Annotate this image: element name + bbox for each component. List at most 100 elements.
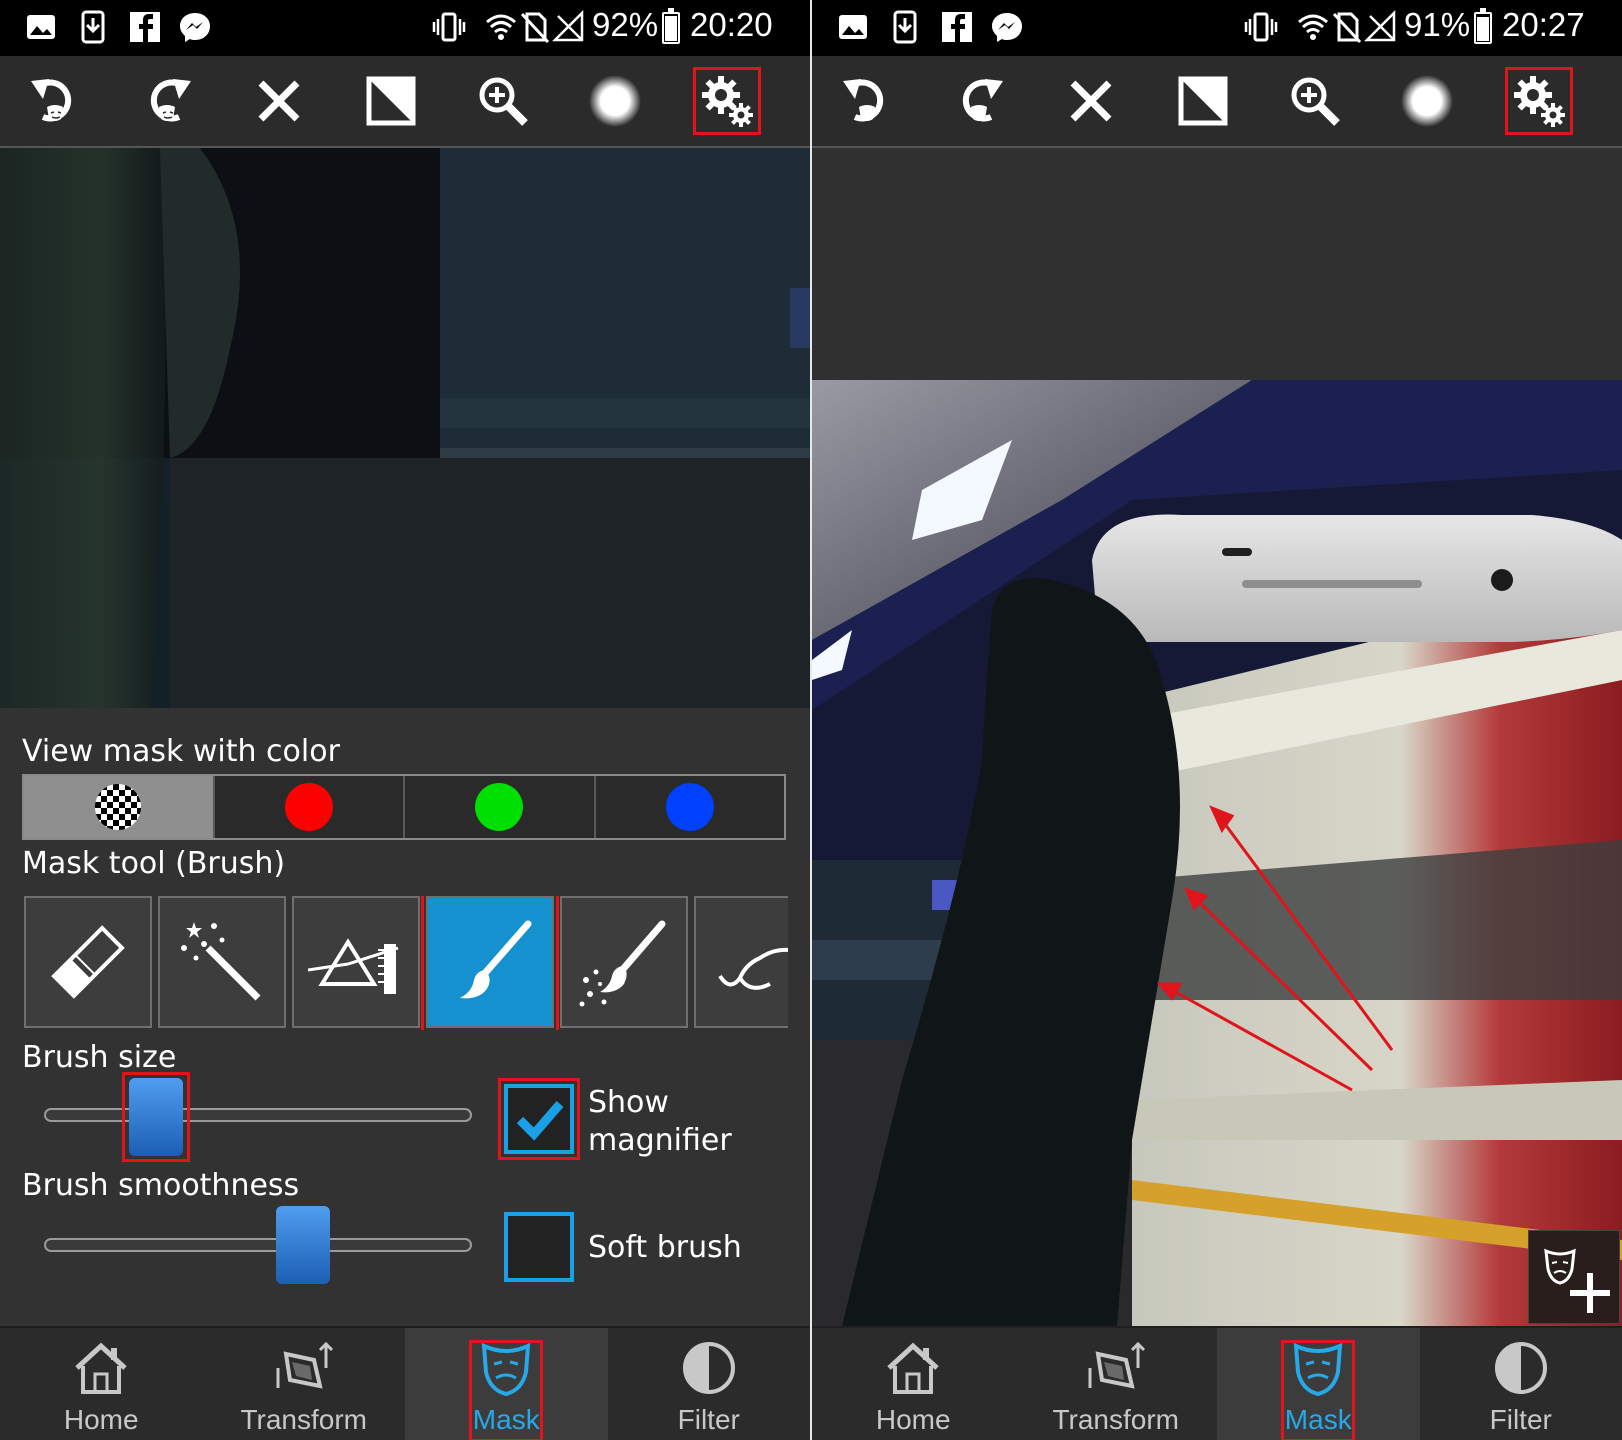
brush-icon: [460, 920, 532, 999]
settings-button[interactable]: [693, 67, 761, 135]
checkmark-icon: [516, 1101, 564, 1141]
home-icon: [887, 1342, 939, 1394]
tool-brush[interactable]: [421, 896, 559, 1030]
nav-transform[interactable]: Transform: [203, 1328, 406, 1440]
zoom-button[interactable]: [1284, 70, 1346, 132]
filter-icon: [1494, 1342, 1547, 1394]
brush-size-slider[interactable]: [44, 1108, 472, 1122]
nav-filter-label: Filter: [677, 1404, 740, 1435]
undo-icon: [843, 79, 884, 122]
show-magnifier-checkbox[interactable]: [498, 1078, 580, 1160]
editor-toolbar: [812, 56, 1622, 148]
no-sim-icon: [520, 12, 550, 44]
brush-preview-icon: [589, 75, 641, 127]
nav-home[interactable]: Home: [0, 1328, 203, 1440]
add-mask-icon: [1544, 1248, 1610, 1313]
gallery-icon: [839, 15, 867, 39]
edited-photo: [812, 380, 1622, 1326]
nav-filter[interactable]: Filter: [1420, 1328, 1622, 1440]
soft-brush-checkbox[interactable]: [504, 1212, 574, 1282]
nav-home-label: Home: [63, 1404, 139, 1435]
battery-icon: [1474, 8, 1492, 44]
facebook-icon: [130, 12, 160, 42]
tool-eraser[interactable]: [24, 896, 152, 1028]
brush-smoothness-thumb[interactable]: [276, 1206, 330, 1284]
no-sim-icon: [1332, 12, 1362, 44]
redo-button[interactable]: [136, 70, 198, 132]
no-signal-icon: [552, 10, 584, 42]
invert-mask-button[interactable]: [360, 70, 422, 132]
battery-percent: 92%: [592, 6, 659, 43]
bottom-navigation: Home Transform Mask Filter: [812, 1326, 1622, 1440]
editor-toolbar: [0, 56, 810, 148]
download-icon: [81, 10, 105, 44]
nav-home[interactable]: Home: [812, 1328, 1015, 1440]
clear-button[interactable]: [248, 70, 310, 132]
clear-button[interactable]: [1060, 70, 1122, 132]
mask-color-checker[interactable]: [24, 776, 215, 838]
bottom-navigation: Home Transform Mask Filter: [0, 1326, 810, 1440]
nav-transform-label: Transform: [1052, 1404, 1180, 1435]
zoom-in-icon: [1291, 77, 1340, 126]
left-screenshot: 92% 20:20 View mask with color Mask tool…: [0, 0, 810, 1440]
image-preview: [0, 148, 810, 708]
undo-button[interactable]: [836, 70, 898, 132]
brush-smoothness-label: Brush smoothness: [22, 1168, 300, 1203]
view-mask-label: View mask with color: [22, 734, 340, 769]
tool-prism[interactable]: [292, 896, 420, 1028]
vibrate-icon: [432, 12, 466, 42]
nav-mask-highlight: [1281, 1340, 1356, 1440]
masked-image-canvas[interactable]: [0, 148, 810, 708]
mask-color-blue[interactable]: [595, 776, 784, 838]
brush-smoothness-slider[interactable]: [44, 1238, 472, 1252]
brush-size-thumb[interactable]: [129, 1078, 183, 1156]
checkerboard-icon: [95, 784, 142, 830]
transform-icon: [276, 1341, 333, 1389]
zoom-in-icon: [479, 77, 528, 126]
vibrate-icon: [1244, 12, 1278, 42]
show-magnifier-label: Show magnifier: [588, 1085, 732, 1158]
redo-icon: [962, 79, 1003, 122]
mask-color-green[interactable]: [405, 776, 596, 838]
lasso-icon: [718, 947, 788, 990]
add-mask-button[interactable]: [1528, 1230, 1620, 1324]
invert-mask-button[interactable]: [1172, 70, 1234, 132]
invert-mask-icon: [366, 76, 416, 126]
brush-preview-button[interactable]: [584, 70, 646, 132]
brush-preview-icon: [1401, 75, 1453, 127]
tool-sparkle-brush[interactable]: [560, 896, 688, 1028]
zoom-button[interactable]: [472, 70, 534, 132]
magic-wand-icon: [181, 922, 261, 1001]
nav-mask[interactable]: Mask: [1217, 1328, 1420, 1440]
nav-filter[interactable]: Filter: [608, 1328, 811, 1440]
settings-icon: [702, 76, 753, 127]
sparkle-brush-icon: [579, 920, 666, 1007]
mask-tool-list: [24, 896, 788, 1030]
undo-button[interactable]: [24, 70, 86, 132]
undo-icon: [31, 79, 72, 122]
invert-mask-icon: [1178, 76, 1228, 126]
messenger-icon: [992, 13, 1022, 42]
red-dot-icon: [284, 783, 333, 831]
clock: 20:20: [690, 6, 773, 43]
brush-preview-button[interactable]: [1396, 70, 1458, 132]
tool-lasso[interactable]: [694, 896, 788, 1028]
redo-button[interactable]: [948, 70, 1010, 132]
eraser-icon: [51, 925, 125, 999]
tool-magic-wand[interactable]: [158, 896, 286, 1028]
download-icon: [893, 10, 917, 44]
settings-button[interactable]: [1505, 67, 1573, 135]
nav-transform[interactable]: Transform: [1015, 1328, 1218, 1440]
status-bar: 91% 20:27: [812, 0, 1622, 56]
nav-transform-label: Transform: [240, 1404, 368, 1435]
clock: 20:27: [1502, 6, 1585, 43]
canvas-background: [812, 148, 1622, 380]
redo-icon: [150, 79, 191, 122]
photo-canvas[interactable]: [812, 380, 1622, 1326]
messenger-icon: [180, 13, 210, 42]
mask-color-red[interactable]: [214, 776, 405, 838]
mask-tool-label: Mask tool (Brush): [22, 846, 286, 881]
transform-icon: [1088, 1341, 1145, 1389]
facebook-icon: [942, 12, 972, 42]
nav-mask[interactable]: Mask: [405, 1328, 608, 1440]
